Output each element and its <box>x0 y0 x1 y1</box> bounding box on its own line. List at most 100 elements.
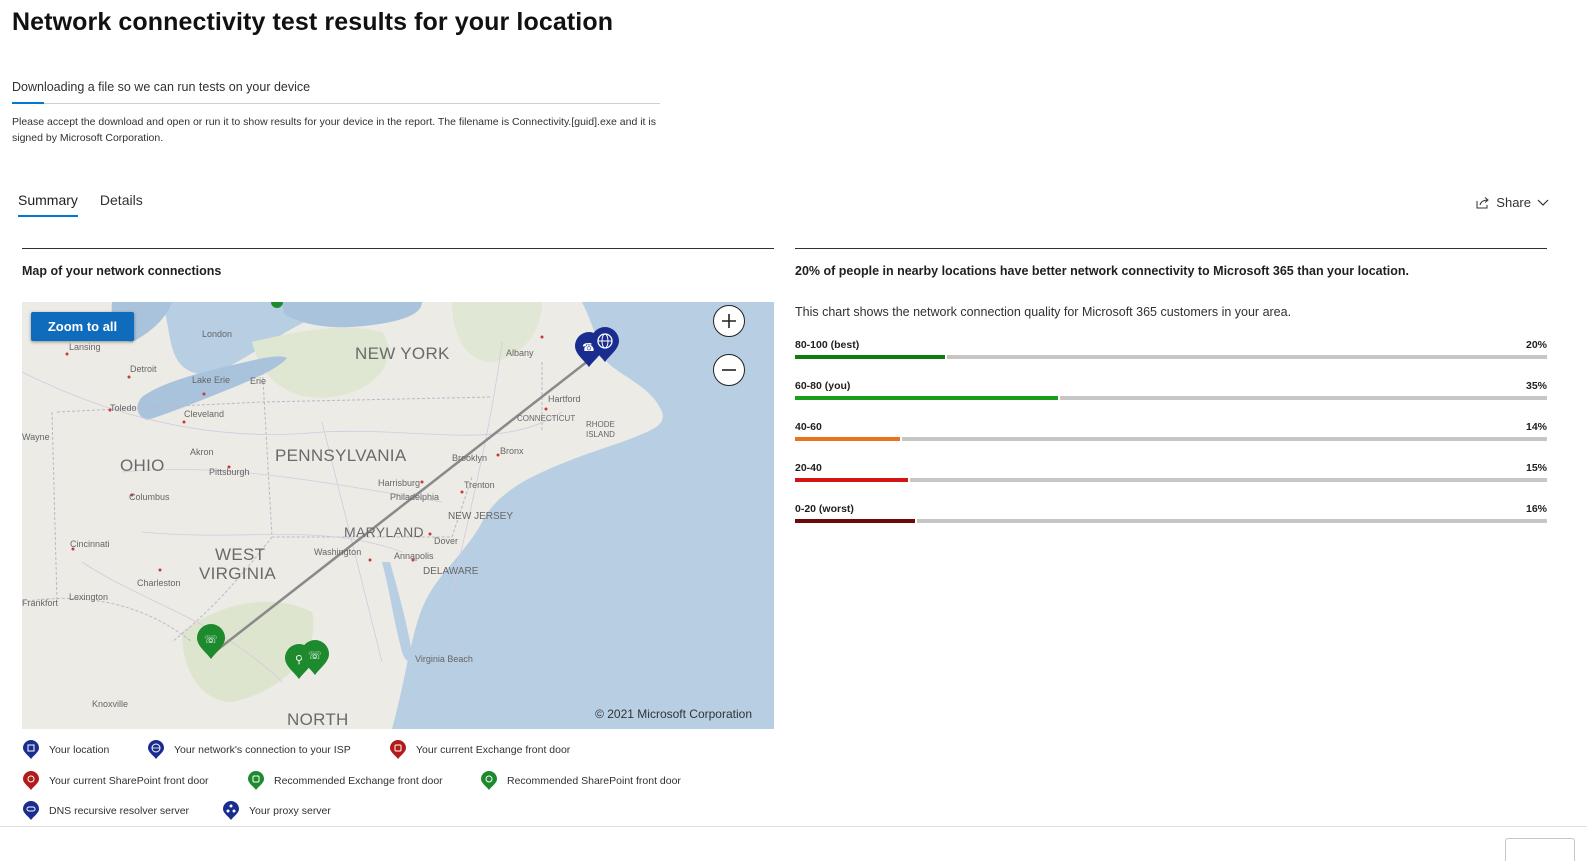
legend-label: DNS recursive resolver server <box>49 805 190 817</box>
quality-bar-fill <box>795 519 915 523</box>
map-label-london: London <box>202 329 233 339</box>
map-label-lexington: Lexington <box>69 592 109 602</box>
legend-label: Your current Exchange front door <box>416 744 571 756</box>
map-label-akron: Akron <box>190 447 214 457</box>
legend-item-proxy-server: Your proxy server <box>222 801 331 821</box>
legend-label: Recommended SharePoint front door <box>507 775 681 787</box>
map-label-columbus: Columbus <box>129 492 170 502</box>
quality-bar-row: 20-40 15% <box>795 462 1547 484</box>
share-label: Share <box>1496 195 1531 210</box>
download-note: Please accept the download and open or r… <box>12 116 656 144</box>
map-label-new-jersey: NEW JERSEY <box>448 511 514 522</box>
tab-summary[interactable]: Summary <box>18 192 78 217</box>
chevron-down-icon <box>1537 199 1549 206</box>
map-label-rhode: RHODE <box>586 420 615 429</box>
zoom-in-button[interactable] <box>713 305 745 337</box>
quality-bar-track <box>795 437 1547 441</box>
quality-bar-separator <box>1058 396 1060 400</box>
map-label-cincinnati: Cincinnati <box>70 539 110 549</box>
tab-details[interactable]: Details <box>100 192 143 217</box>
quality-bar-label: 60-80 (you) <box>795 380 851 392</box>
legend-item-current-sharepoint: Your current SharePoint front door <box>22 771 209 791</box>
minus-icon <box>722 369 736 371</box>
download-progress-fill <box>12 102 45 104</box>
quality-bar-fill <box>795 396 1058 400</box>
map-label-washington: Washington <box>314 547 362 557</box>
map-label-philadelphia: Philadelphia <box>390 492 440 502</box>
right-panel-divider <box>795 248 1547 249</box>
map-title: Map of your network connections <box>22 264 222 278</box>
map-label-virginia: VIRGINIA <box>199 564 277 583</box>
share-button[interactable]: Share <box>1476 195 1549 210</box>
map-label-erie: Erie <box>250 376 267 386</box>
exchange-pin-icon <box>390 740 406 759</box>
svg-text:☏: ☏ <box>204 633 218 646</box>
map-label-pennsylvania: PENNSYLVANIA <box>275 446 407 465</box>
quality-bar-separator <box>945 355 947 359</box>
quality-bar-fill <box>795 478 908 482</box>
map-label-new-york: NEW YORK <box>355 344 450 363</box>
quality-bar-track <box>795 519 1547 523</box>
map-label-lake-erie: Lake Erie <box>192 375 231 385</box>
map-label-harrisburg: Harrisburg <box>378 478 421 488</box>
map-label-hartford: Hartford <box>548 394 581 404</box>
legend-item-recommended-sharepoint: Recommended SharePoint front door <box>480 771 681 791</box>
zoom-out-button[interactable] <box>713 354 745 386</box>
map-label-ohio: OHIO <box>120 456 165 475</box>
exchange-pin-icon <box>248 771 264 790</box>
map-label-maryland: MARYLAND <box>344 524 424 540</box>
quality-bar-value: 15% <box>1525 462 1547 474</box>
legend-label: Recommended Exchange front door <box>274 775 443 787</box>
legend-label: Your proxy server <box>249 805 331 817</box>
chart-description: This chart shows the network connection … <box>795 305 1292 319</box>
map-label-west: WEST <box>215 545 266 564</box>
map-label-island: ISLAND <box>586 430 615 439</box>
map-label-charleston: Charleston <box>137 578 181 588</box>
quality-bar-row: 80-100 (best) 20% <box>795 339 1547 361</box>
map-label-wayne: Wayne <box>22 432 50 442</box>
quality-bar-value: 16% <box>1525 503 1547 515</box>
map-label-connecticut: CONNECTICUT <box>517 414 576 423</box>
quality-bar-separator <box>915 519 917 523</box>
quality-bar-value: 35% <box>1525 380 1547 392</box>
summary-heading: 20% of people in nearby locations have b… <box>795 264 1410 278</box>
map-label-pittsburgh: Pittsburgh <box>209 467 250 477</box>
download-status: Downloading a file so we can run tests o… <box>12 80 311 94</box>
recommended-exchange-front-door-pin-2[interactable]: ☏ <box>300 640 330 676</box>
isp-connection-pin[interactable] <box>590 327 620 363</box>
network-map[interactable]: Lansing London Detroit Lake Erie Erie To… <box>22 302 774 729</box>
quality-bar-label: 0-20 (worst) <box>795 503 854 515</box>
zoom-to-all-button[interactable]: Zoom to all <box>31 312 134 341</box>
legend-item-isp-connection: Your network's connection to your ISP <box>147 740 351 760</box>
map-label-trenton: Trenton <box>464 480 495 490</box>
quality-bar-fill <box>795 437 900 441</box>
map-label-north: NORTH <box>287 710 349 729</box>
map-label-dover: Dover <box>434 536 459 546</box>
map-label-bronx: Bronx <box>500 446 524 456</box>
footer-button[interactable] <box>1505 838 1575 861</box>
map-label-delaware: DELAWARE <box>423 566 479 577</box>
globe-pin-icon <box>148 740 164 759</box>
footer-divider <box>0 826 1587 827</box>
map-label-cleveland: Cleveland <box>184 409 225 419</box>
quality-bar-value: 14% <box>1525 421 1547 433</box>
legend-item-dns-resolver: DNS recursive resolver server <box>22 801 189 821</box>
recommended-exchange-front-door-pin[interactable]: ☏ <box>196 624 226 660</box>
quality-bar-fill <box>795 355 945 359</box>
map-label-frankfort: Frankfort <box>22 598 59 608</box>
share-icon <box>1476 196 1490 208</box>
map-label-lansing: Lansing <box>69 342 101 352</box>
map-copyright: © 2021 Microsoft Corporation <box>595 707 752 721</box>
download-progress-bar <box>12 102 660 104</box>
building-pin-icon <box>23 740 39 759</box>
map-label-virginia-beach: Virginia Beach <box>415 654 473 664</box>
legend-item-recommended-exchange: Recommended Exchange front door <box>247 771 443 791</box>
page-title: Network connectivity test results for yo… <box>12 8 614 36</box>
quality-bar-label: 20-40 <box>795 462 822 474</box>
quality-bar-row: 0-20 (worst) 16% <box>795 503 1547 525</box>
plus-icon <box>722 314 736 328</box>
legend-item-current-exchange: Your current Exchange front door <box>389 740 570 760</box>
left-panel-divider <box>22 248 774 249</box>
quality-bar-label: 80-100 (best) <box>795 339 860 351</box>
quality-bar-track <box>795 396 1547 400</box>
